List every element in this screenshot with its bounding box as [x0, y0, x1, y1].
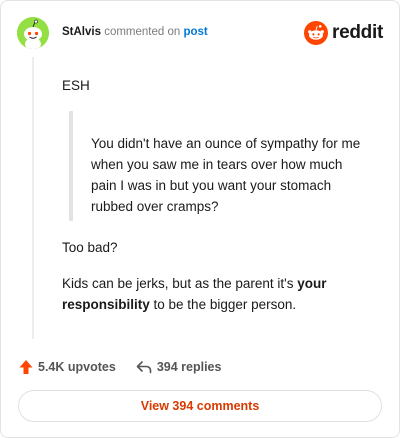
comment-text-part: to be the bigger person. — [149, 297, 297, 312]
brand-wordmark: reddit — [332, 22, 383, 43]
snoo-avatar-icon — [17, 17, 49, 49]
comment-footer: 5.4K upvotes 394 replies — [19, 357, 221, 377]
view-comments-button[interactable]: View 394 comments — [18, 390, 382, 422]
thread-line[interactable] — [32, 57, 34, 339]
blockquote-bar — [69, 111, 73, 221]
avatar[interactable] — [17, 17, 49, 49]
blockquote-text: You didn't have an ounce of sympathy for… — [91, 136, 361, 214]
reply-arrow-icon — [136, 361, 152, 374]
reply-count: 394 replies — [156, 360, 222, 374]
comment-text-too-bad: Too bad? — [62, 240, 118, 255]
upvote-count: 5.4K upvotes — [38, 360, 116, 374]
upvote-arrow-icon — [19, 360, 33, 374]
comment-header: StAlvis commented on post reddit — [17, 17, 383, 51]
comment-text-main: Kids can be jerks, but as the parent it'… — [62, 273, 381, 315]
comment-card: StAlvis commented on post reddit ESH You… — [0, 0, 400, 438]
comment-text-part: Kids can be jerks, but as the parent it'… — [62, 276, 298, 291]
reddit-logo[interactable]: reddit — [304, 21, 383, 45]
reply-stat[interactable]: 394 replies — [136, 360, 222, 374]
username-link[interactable]: StAlvis — [62, 26, 101, 38]
comment-meta: StAlvis commented on post — [62, 26, 208, 38]
upvote-stat[interactable]: 5.4K upvotes — [19, 359, 116, 375]
reddit-alien-icon — [304, 21, 329, 45]
post-link[interactable]: post — [183, 26, 207, 38]
action-text: commented on — [104, 26, 181, 38]
comment-text-esh: ESH — [62, 78, 90, 93]
